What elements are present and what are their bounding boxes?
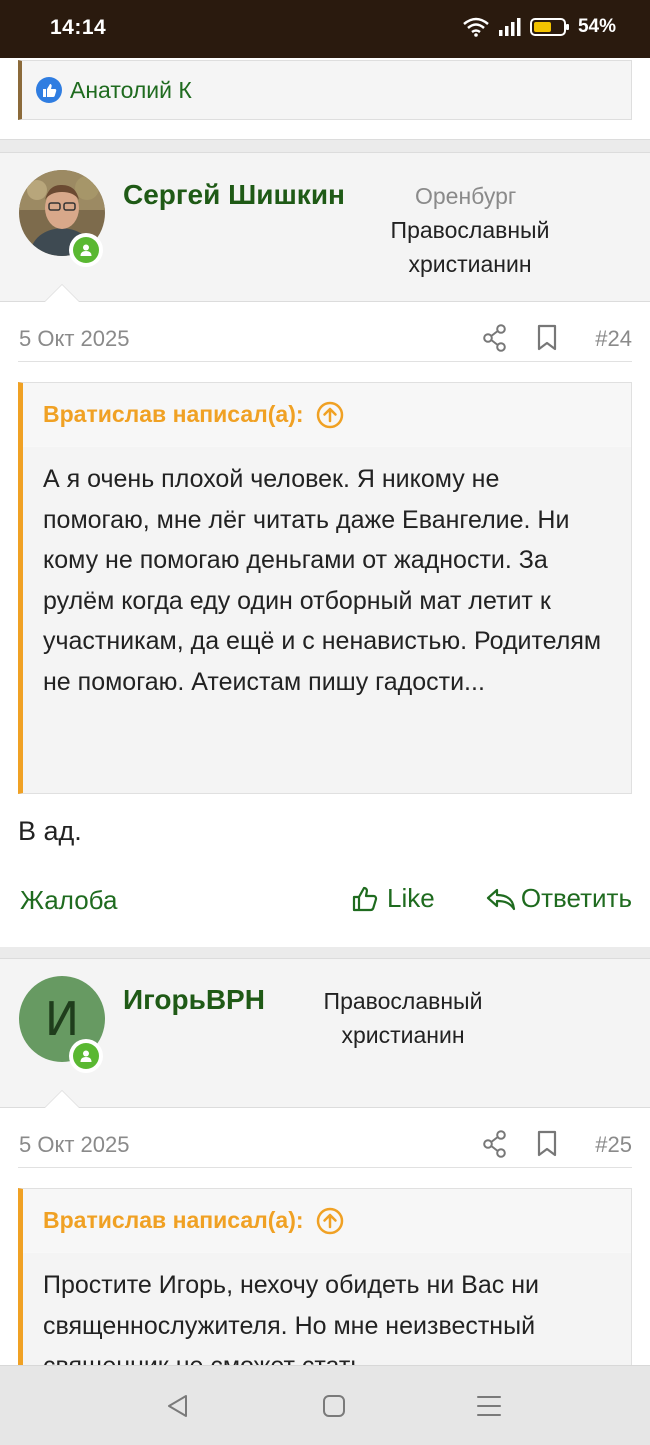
share-icon[interactable] [482, 324, 508, 352]
post-number[interactable]: #25 [595, 1132, 632, 1158]
battery-icon [529, 18, 569, 36]
post-number[interactable]: #24 [595, 326, 632, 352]
status-bar: 14:14 54% [0, 0, 650, 58]
quote-author[interactable]: Вратислав написал(а): [43, 401, 304, 428]
quote-header[interactable]: Вратислав написал(а): [23, 383, 631, 447]
share-icon[interactable] [482, 1130, 508, 1158]
like-label: Like [387, 883, 435, 913]
user-title-line-2: христианин [341, 1022, 465, 1048]
system-nav-bar [0, 1365, 650, 1445]
author-name[interactable]: ИгорьВРН [123, 984, 265, 1016]
post-24: Сергей Шишкин Оренбург Православный хрис… [0, 152, 650, 947]
post-author-header: Сергей Шишкин Оренбург Православный хрис… [0, 152, 650, 302]
user-title-line-2: христианин [408, 251, 532, 277]
post-meta: 5 Окт 2025 #24 [18, 302, 632, 362]
thumbs-up-icon [352, 886, 378, 911]
quote-header[interactable]: Вратислав написал(а): [23, 1189, 631, 1253]
quote-text: Простите Игорь, нехочу обидеть ни Вас ни… [43, 1271, 539, 1365]
report-link[interactable]: Жалоба [20, 885, 117, 916]
go-to-original-icon[interactable] [316, 1207, 344, 1235]
home-icon[interactable] [321, 1393, 347, 1419]
user-title-line-1: Православный [390, 217, 550, 243]
post-25: И ИгорьВРН Православный христианин 5 Окт… [0, 958, 650, 1365]
reaction-user-name[interactable]: Анатолий К [70, 77, 192, 104]
header-notch-inner [45, 285, 79, 302]
reply-label: Ответить [520, 883, 632, 913]
signal-icon [498, 18, 521, 36]
post-body-text: В ад. [18, 816, 82, 846]
reply-icon [486, 888, 515, 910]
go-to-original-icon[interactable] [316, 401, 344, 429]
author-user-title: Православный христианин [303, 984, 503, 1052]
author-name[interactable]: Сергей Шишкин [123, 179, 345, 211]
thread-page: Анатолий К Сергей Шишкин Оренбург Правос… [0, 58, 650, 1365]
post-author-header: И ИгорьВРН Православный христианин [0, 958, 650, 1108]
wifi-icon [463, 17, 489, 37]
bookmark-icon[interactable] [536, 1130, 558, 1158]
author-location: Оренбург [415, 183, 517, 209]
quote-author[interactable]: Вратислав написал(а): [43, 1207, 304, 1234]
status-time: 14:14 [50, 16, 107, 39]
recents-menu-icon[interactable] [476, 1393, 502, 1419]
user-title-line-1: Православный [323, 988, 483, 1014]
bookmark-icon[interactable] [536, 324, 558, 352]
author-user-title: Православный христианин [370, 213, 570, 281]
online-status-icon [69, 233, 103, 267]
post-date[interactable]: 5 Окт 2025 [19, 326, 129, 352]
battery-percent: 54% [577, 16, 616, 37]
online-status-icon [69, 1039, 103, 1073]
post-actions: Жалоба Like Ответить [18, 847, 632, 947]
quote-block: Вратислав написал(а): Простите Игорь, не… [18, 1188, 632, 1365]
status-icons: 54% [462, 16, 616, 38]
header-notch-inner [45, 1091, 79, 1108]
back-icon[interactable] [165, 1393, 191, 1419]
quote-block: Вратислав написал(а): А я очень плохой ч… [18, 382, 632, 794]
reply-button[interactable]: Ответить [485, 883, 632, 914]
reaction-bar[interactable]: Анатолий К [18, 60, 632, 120]
previous-post-reactions: Анатолий К [0, 58, 650, 140]
post-meta: 5 Окт 2025 #25 [18, 1108, 632, 1168]
quote-text: А я очень плохой человек. Я никому не по… [43, 465, 602, 696]
like-reaction-icon [36, 77, 62, 103]
like-button[interactable]: Like [351, 883, 435, 914]
post-date[interactable]: 5 Окт 2025 [19, 1132, 129, 1158]
